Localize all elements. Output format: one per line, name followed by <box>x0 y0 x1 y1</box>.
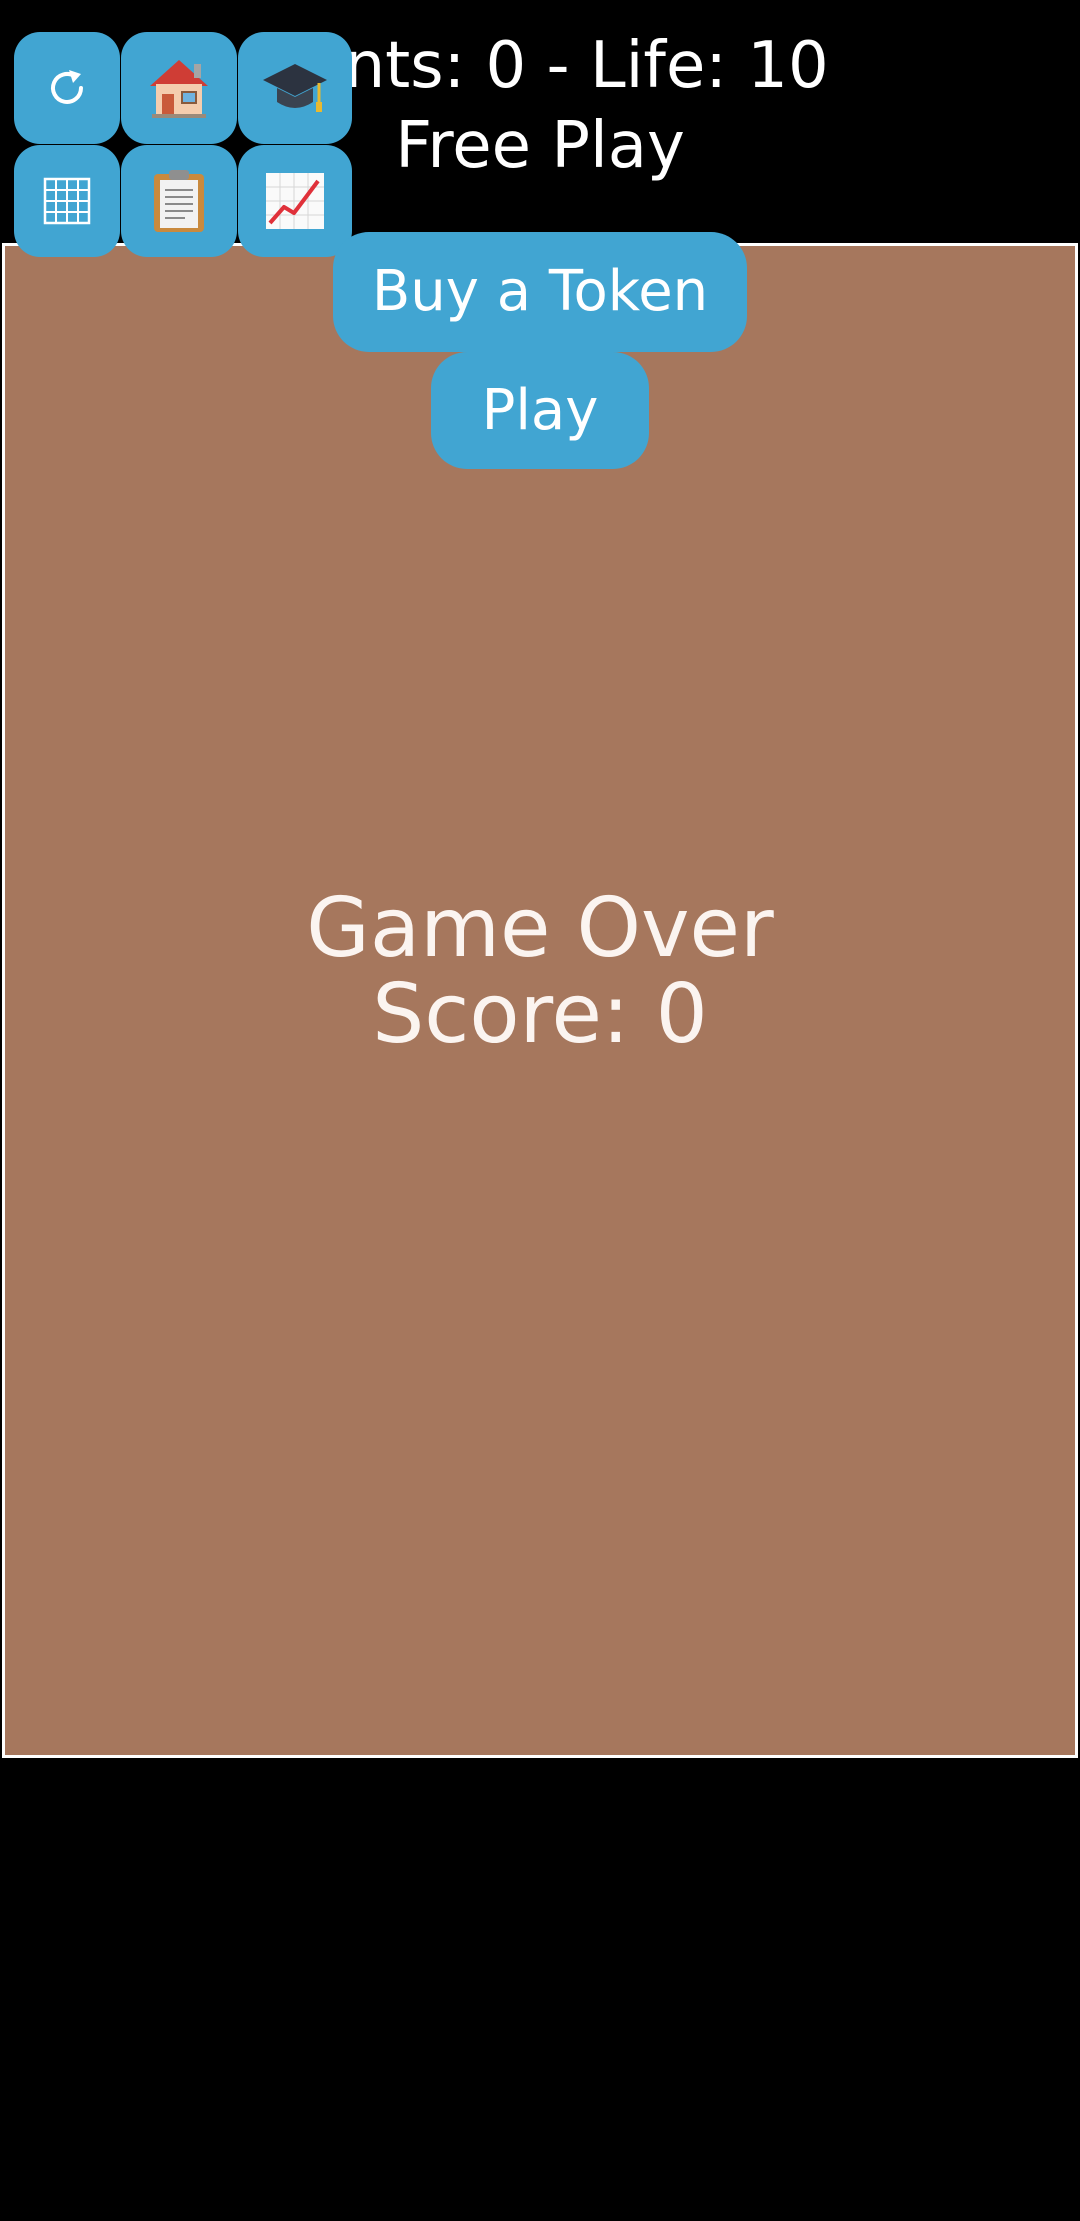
learn-button[interactable] <box>238 32 352 144</box>
chart-increasing-icon <box>260 166 330 236</box>
home-button[interactable] <box>121 32 237 144</box>
game-over-score: Score: 0 <box>372 967 708 1062</box>
buy-token-button[interactable]: Buy a Token <box>333 232 747 352</box>
clipboard-button[interactable] <box>121 145 237 257</box>
grid-button[interactable] <box>14 145 120 257</box>
game-over-title: Game Over <box>306 881 774 976</box>
stats-button[interactable] <box>238 145 352 257</box>
graduation-cap-icon <box>260 53 330 123</box>
play-button[interactable]: Play <box>431 352 649 469</box>
refresh-icon <box>32 53 102 123</box>
home-icon <box>144 53 214 123</box>
refresh-button[interactable] <box>14 32 120 144</box>
grid-icon <box>32 166 102 236</box>
clipboard-icon <box>144 166 214 236</box>
